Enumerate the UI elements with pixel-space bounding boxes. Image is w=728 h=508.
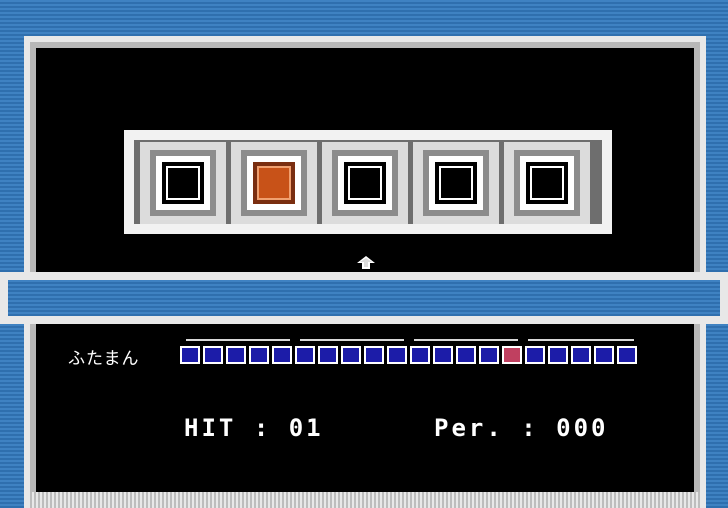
meter-cell bbox=[387, 346, 407, 364]
hit-value: 01 bbox=[288, 414, 324, 442]
divider-blue bbox=[8, 280, 720, 316]
slot-core bbox=[257, 166, 291, 200]
hit-counter: HIT : 01 bbox=[184, 414, 324, 442]
meter-cell bbox=[249, 346, 269, 364]
meter-cell bbox=[594, 346, 614, 364]
slot-5 bbox=[504, 142, 590, 224]
selection-cursor-icon bbox=[357, 256, 375, 269]
hit-label: HIT bbox=[184, 414, 237, 442]
meter-cell bbox=[272, 346, 292, 364]
meter-segment-line bbox=[186, 339, 290, 341]
meter-cell bbox=[341, 346, 361, 364]
player-name: ふたまん bbox=[68, 349, 140, 369]
meter-cell bbox=[433, 346, 453, 364]
slot-core bbox=[439, 166, 473, 200]
slot-2 bbox=[231, 142, 317, 224]
meter-segment-line bbox=[528, 339, 634, 341]
meter-cell bbox=[525, 346, 545, 364]
meter-cell bbox=[364, 346, 384, 364]
meter-cell bbox=[548, 346, 568, 364]
meter-cell bbox=[456, 346, 476, 364]
hit-separator: : bbox=[253, 414, 289, 442]
per-value: 000 bbox=[556, 414, 609, 442]
percent-counter: Per. : 000 bbox=[434, 414, 609, 442]
slot-3 bbox=[322, 142, 408, 224]
meter-cell-marked bbox=[502, 346, 522, 364]
meter-cell bbox=[226, 346, 246, 364]
meter-cell bbox=[295, 346, 315, 364]
meter-cell bbox=[318, 346, 338, 364]
slot-core bbox=[348, 166, 382, 200]
meter-cell bbox=[180, 346, 200, 364]
slot-core bbox=[166, 166, 200, 200]
meter-cell bbox=[479, 346, 499, 364]
slot-4 bbox=[413, 142, 499, 224]
meter-cell bbox=[203, 346, 223, 364]
per-label: Per. bbox=[434, 414, 504, 442]
meter-cell bbox=[410, 346, 430, 364]
slot-core bbox=[530, 166, 564, 200]
meter-cell bbox=[617, 346, 637, 364]
meter-segment-line bbox=[300, 339, 404, 341]
per-separator: : bbox=[521, 414, 557, 442]
slot-1 bbox=[140, 142, 226, 224]
meter-cell bbox=[571, 346, 591, 364]
meter-segment-line bbox=[414, 339, 518, 341]
frame-bottom-edge bbox=[30, 492, 700, 508]
slot-tray bbox=[124, 130, 612, 234]
